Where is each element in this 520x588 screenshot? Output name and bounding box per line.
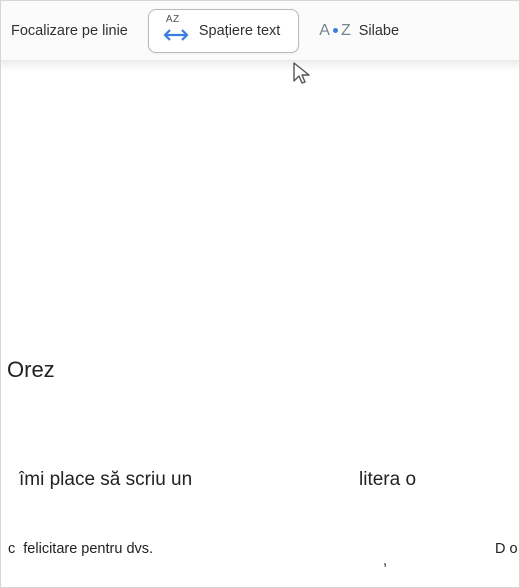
reader-line-2-prefix: c	[8, 541, 15, 557]
reader-line-1-right: litera o	[359, 469, 416, 491]
reader-title: Orez	[7, 357, 55, 383]
reader-line-2-mid: ,	[383, 553, 387, 569]
syllables-button[interactable]: AZ Silabe	[307, 9, 411, 53]
line-focus-label: Focalizare pe linie	[11, 23, 128, 39]
text-spacing-button[interactable]: AZ Spațiere text	[148, 9, 299, 53]
reader-line-2-left: c felicitare pentru dvs.	[8, 541, 153, 557]
reader-line-2-text: felicitare pentru dvs.	[23, 541, 153, 557]
line-focus-button[interactable]: Focalizare pe linie	[11, 9, 140, 53]
reader-line-2-right: D o	[495, 541, 518, 557]
text-spacing-icon: AZ	[161, 16, 191, 46]
content-divider	[1, 61, 519, 71]
text-spacing-label: Spațiere text	[199, 23, 280, 39]
syllables-label: Silabe	[359, 23, 399, 39]
reader-content: Orez îmi place să scriu un litera o c fe…	[1, 61, 519, 587]
reader-line-1-left: îmi place să scriu un	[19, 469, 192, 491]
immersive-reader-toolbar: Focalizare pe linie AZ Spațiere text AZ …	[1, 1, 519, 61]
syllables-icon: AZ	[319, 22, 350, 40]
